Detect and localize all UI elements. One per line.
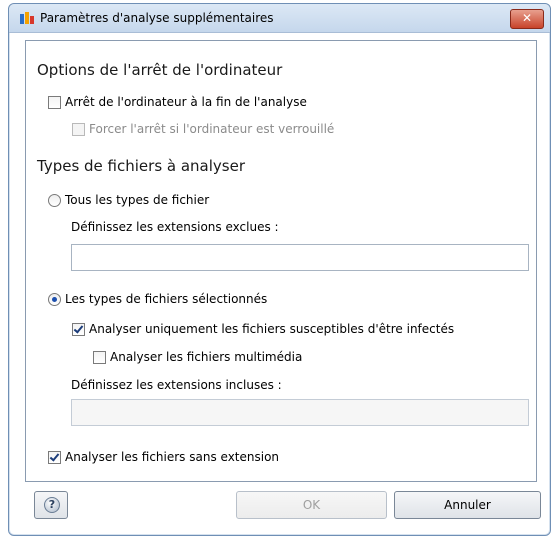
- force-shutdown-checkbox: [72, 122, 85, 136]
- window-title: Paramètres d'analyse supplémentaires: [40, 11, 274, 25]
- shutdown-checkbox[interactable]: [48, 95, 61, 109]
- shutdown-checkbox-row[interactable]: Arrêt de l'ordinateur à la fin de l'anal…: [48, 95, 307, 109]
- excluded-extensions-input[interactable]: [71, 244, 529, 271]
- all-types-radio-row[interactable]: Tous les types de fichier: [48, 193, 209, 207]
- force-shutdown-label: Forcer l'arrêt si l'ordinateur est verro…: [89, 122, 335, 136]
- ok-button[interactable]: OK: [236, 491, 387, 519]
- all-types-radio[interactable]: [48, 193, 61, 207]
- multimedia-label: Analyser les fichiers multimédia: [110, 350, 303, 364]
- infectable-checkbox-row[interactable]: Analyser uniquement les fichiers suscept…: [72, 322, 454, 336]
- help-button[interactable]: ?: [34, 491, 68, 519]
- file-types-heading: Types de fichiers à analyser: [37, 157, 246, 175]
- no-extension-label: Analyser les fichiers sans extension: [65, 450, 280, 464]
- included-extensions-input[interactable]: [71, 399, 529, 426]
- no-extension-checkbox-row[interactable]: Analyser les fichiers sans extension: [48, 450, 279, 464]
- selected-types-label: Les types de fichiers sélectionnés: [65, 292, 268, 306]
- force-shutdown-checkbox-row: Forcer l'arrêt si l'ordinateur est verro…: [72, 122, 334, 136]
- dialog-window: Paramètres d'analyse supplémentaires ✕ O…: [8, 3, 551, 536]
- selected-types-radio[interactable]: [48, 292, 61, 306]
- shutdown-label: Arrêt de l'ordinateur à la fin de l'anal…: [65, 95, 307, 109]
- excluded-extensions-label: Définissez les extensions exclues :: [71, 220, 279, 234]
- infectable-label: Analyser uniquement les fichiers suscept…: [89, 322, 455, 336]
- cancel-button[interactable]: Annuler: [394, 491, 541, 519]
- included-extensions-label: Définissez les extensions incluses :: [71, 378, 282, 392]
- selected-types-radio-row[interactable]: Les types de fichiers sélectionnés: [48, 292, 267, 306]
- help-icon: ?: [44, 497, 60, 513]
- close-button[interactable]: ✕: [510, 9, 544, 29]
- no-extension-checkbox[interactable]: [48, 450, 61, 464]
- infectable-checkbox[interactable]: [72, 322, 85, 336]
- multimedia-checkbox[interactable]: [93, 350, 106, 364]
- title-bar[interactable]: Paramètres d'analyse supplémentaires ✕: [9, 4, 550, 33]
- avg-logo-icon: [20, 12, 34, 24]
- all-types-label: Tous les types de fichier: [65, 193, 210, 207]
- options-panel: Options de l'arrêt de l'ordinateur Arrêt…: [25, 40, 537, 482]
- shutdown-heading: Options de l'arrêt de l'ordinateur: [37, 61, 283, 79]
- multimedia-checkbox-row[interactable]: Analyser les fichiers multimédia: [93, 350, 302, 364]
